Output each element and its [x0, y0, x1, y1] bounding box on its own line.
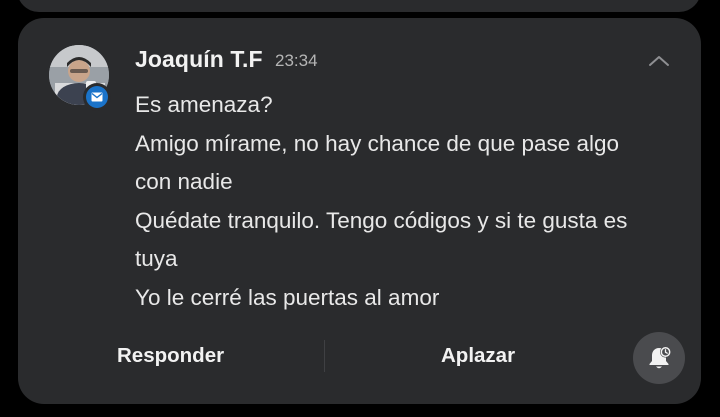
message-list: Es amenaza? Amigo mírame, no hay chance … [135, 86, 655, 318]
message-text: Amigo mírame, no hay chance de que pase … [135, 130, 620, 195]
action-divider [324, 340, 325, 372]
bell-snooze-icon[interactable] [633, 332, 685, 384]
message-text: Yo le cerré las puertas al amor [135, 284, 440, 310]
message-text: Es amenaza? [135, 92, 273, 117]
message-app-badge [83, 83, 111, 111]
notification-card[interactable]: Joaquín T.F 23:34 Es amenaza? Amigo míra… [18, 18, 701, 404]
sender-name: Joaquín T.F [135, 46, 263, 72]
snooze-button[interactable]: Aplazar [441, 334, 515, 378]
notification-actions: Responder Aplazar [18, 334, 701, 378]
notification-time: 23:34 [275, 51, 318, 70]
previous-notification-card[interactable] [17, 0, 701, 12]
mail-icon [86, 86, 108, 108]
reply-button[interactable]: Responder [117, 334, 224, 378]
chevron-up-icon[interactable] [644, 48, 674, 74]
message-text: Quédate tranquilo. Tengo códigos y si te… [135, 207, 628, 272]
